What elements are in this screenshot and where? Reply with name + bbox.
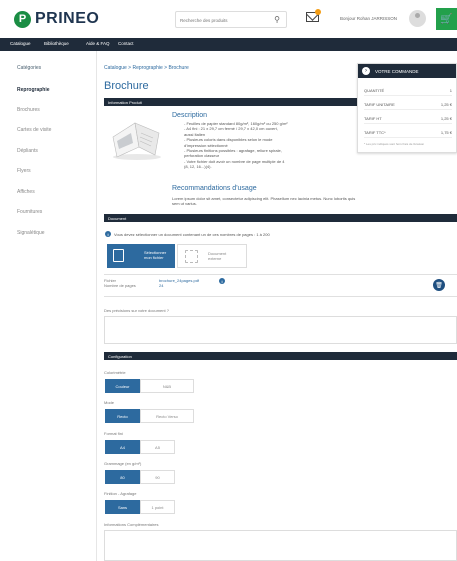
order-row-value: 1 [449,88,452,93]
option-a5[interactable]: A5 [140,440,175,454]
sidebar-item-affiches[interactable]: Affiches [17,189,35,195]
sidebar-item-cartes-de-visite[interactable]: Cartes de visite [17,127,51,133]
order-row-price-ht: TARIF HT 1,25 € [364,114,452,124]
order-row-price-ttc: TARIF TTC* 1,75 € [364,128,452,138]
document-hint: Vous devez sélectionner un document cont… [114,232,270,237]
option-nb[interactable]: N&B [140,379,194,393]
file-info-values: brochure_24pages.pdf 24 [159,278,199,289]
order-row-label: QUANTITÉ [364,88,385,93]
sidebar-item-fournitures[interactable]: Fournitures [17,209,42,215]
usage-text: Lorem ipsum dolor sit amet, consectetur … [172,196,356,207]
sidebar-item-signaletique[interactable]: Signalétique [17,230,45,236]
sidebar-item-reprographie[interactable]: Reprographie [17,87,50,93]
extra-info-textarea[interactable] [104,530,457,561]
config-label-colorimetrie: Colorimétrie [104,370,126,375]
extra-info-label: Informations Complémentaires [104,522,159,527]
search-box: ⚲ [175,11,287,28]
sidebar-title: Catégories [17,65,42,71]
config-label-grammage: Grammage (en g/m²) [104,461,142,466]
nav-item-bibliotheque[interactable]: Bibliothèque [44,41,69,46]
pages-label: Nombre de pages [104,283,136,289]
description-text: - Feuilles de papier standard 80g/m², 16… [184,121,329,170]
option-recto-verso[interactable]: Recto Verso [140,409,194,423]
usage-heading: Recommandations d'usage [172,185,257,192]
option-sans[interactable]: Sans [105,500,140,514]
option-couleur[interactable]: Couleur [105,379,140,393]
cart-button[interactable]: 🛒 [436,8,457,30]
external-document-button[interactable]: Document externe [177,244,247,268]
nav-item-catalogue[interactable]: Catalogue [10,41,31,46]
external-button-label: Document externe [208,251,226,261]
upload-button-label: Sélectionner mon fichier [144,250,166,260]
header: P PRINEO ⚲ Bonjour Rohan JARRISSON 🛒 [0,0,457,38]
section-header-document: Document [104,214,457,222]
nav-item-contact[interactable]: Contact [118,41,134,46]
order-title: VOTRE COMMANDE [375,68,419,74]
config-label-mode: Mode [104,400,115,405]
info-icon: i [105,231,111,237]
description-heading: Description [172,112,208,119]
sidebar-item-flyers[interactable]: Flyers [17,168,31,174]
option-80[interactable]: 80 [105,470,140,484]
order-row-label: TARIF HT [364,116,382,121]
order-row-unit-price: TARIF UNITAIRE 1,25 € [364,100,452,110]
order-row-value: 1,25 € [440,102,452,107]
order-row-label: TARIF UNITAIRE [364,102,395,107]
order-header[interactable]: › VOTRE COMMANDE [358,64,456,78]
sidebar: Catégories Reprographie Brochures Cartes… [0,51,97,561]
nav-item-aide-faq[interactable]: Aide & FAQ [86,41,110,46]
file-info-labels: Fichier Nombre de pages [104,278,136,289]
upload-file-icon [113,249,124,262]
config-label-format: Format fini [104,431,123,436]
details-label: Des précisions sur votre document ? [104,308,169,313]
sidebar-item-depliants[interactable]: Dépliants [17,148,38,154]
order-note: * Les prix indiqués sont hors frais de l… [364,142,425,146]
config-label-finition: Finition - Agrafage [104,491,137,496]
order-summary-panel: › VOTRE COMMANDE QUANTITÉ 1 TARIF UNITAI… [357,63,457,153]
search-input[interactable] [180,16,260,24]
shopping-cart-icon: 🛒 [440,13,453,25]
main-nav: Catalogue Bibliothèque Aide & FAQ Contac… [0,38,457,51]
divider [104,274,457,275]
search-icon[interactable]: ⚲ [274,15,280,24]
page-title: Brochure [104,80,149,92]
breadcrumb[interactable]: Catalogue > Reprographie > Brochure [104,65,189,71]
chevron-right-icon[interactable]: › [362,67,370,75]
file-name[interactable]: brochure_24pages.pdf [159,278,199,283]
option-a4[interactable]: A4 [105,440,140,454]
order-row-label: TARIF TTC* [364,130,386,135]
external-label-line: externe [208,256,222,261]
external-document-icon [185,250,198,263]
option-recto[interactable]: Recto [105,409,140,423]
user-greeting[interactable]: Bonjour Rohan JARRISSON [340,16,397,21]
trash-icon: 🗑 [435,282,443,289]
details-textarea[interactable] [104,316,457,344]
option-90[interactable]: 90 [140,470,175,484]
logo-text: PRINEO [35,10,100,27]
upload-label-line: mon fichier [144,255,164,260]
order-row-value: 1,75 € [440,130,452,135]
avatar[interactable] [409,10,426,27]
logo[interactable]: P PRINEO [14,10,99,28]
brochure-image [112,122,161,160]
logo-mark: P [14,10,31,28]
upload-file-button[interactable]: Sélectionner mon fichier [107,244,175,268]
notification-badge [315,9,321,15]
order-row-value: 1,25 € [440,116,452,121]
page-count: 24 [159,283,164,289]
delete-file-button[interactable]: 🗑 [433,279,445,291]
divider [104,296,457,297]
description-line: (8, 12, 16...)(4). [184,164,212,170]
info-icon[interactable]: i [219,278,225,284]
option-1-point[interactable]: 1 point [140,500,175,514]
sidebar-item-brochures[interactable]: Brochures [17,107,40,113]
section-header-configuration: Configuration [104,352,457,360]
order-row-quantity: QUANTITÉ 1 [364,86,452,96]
